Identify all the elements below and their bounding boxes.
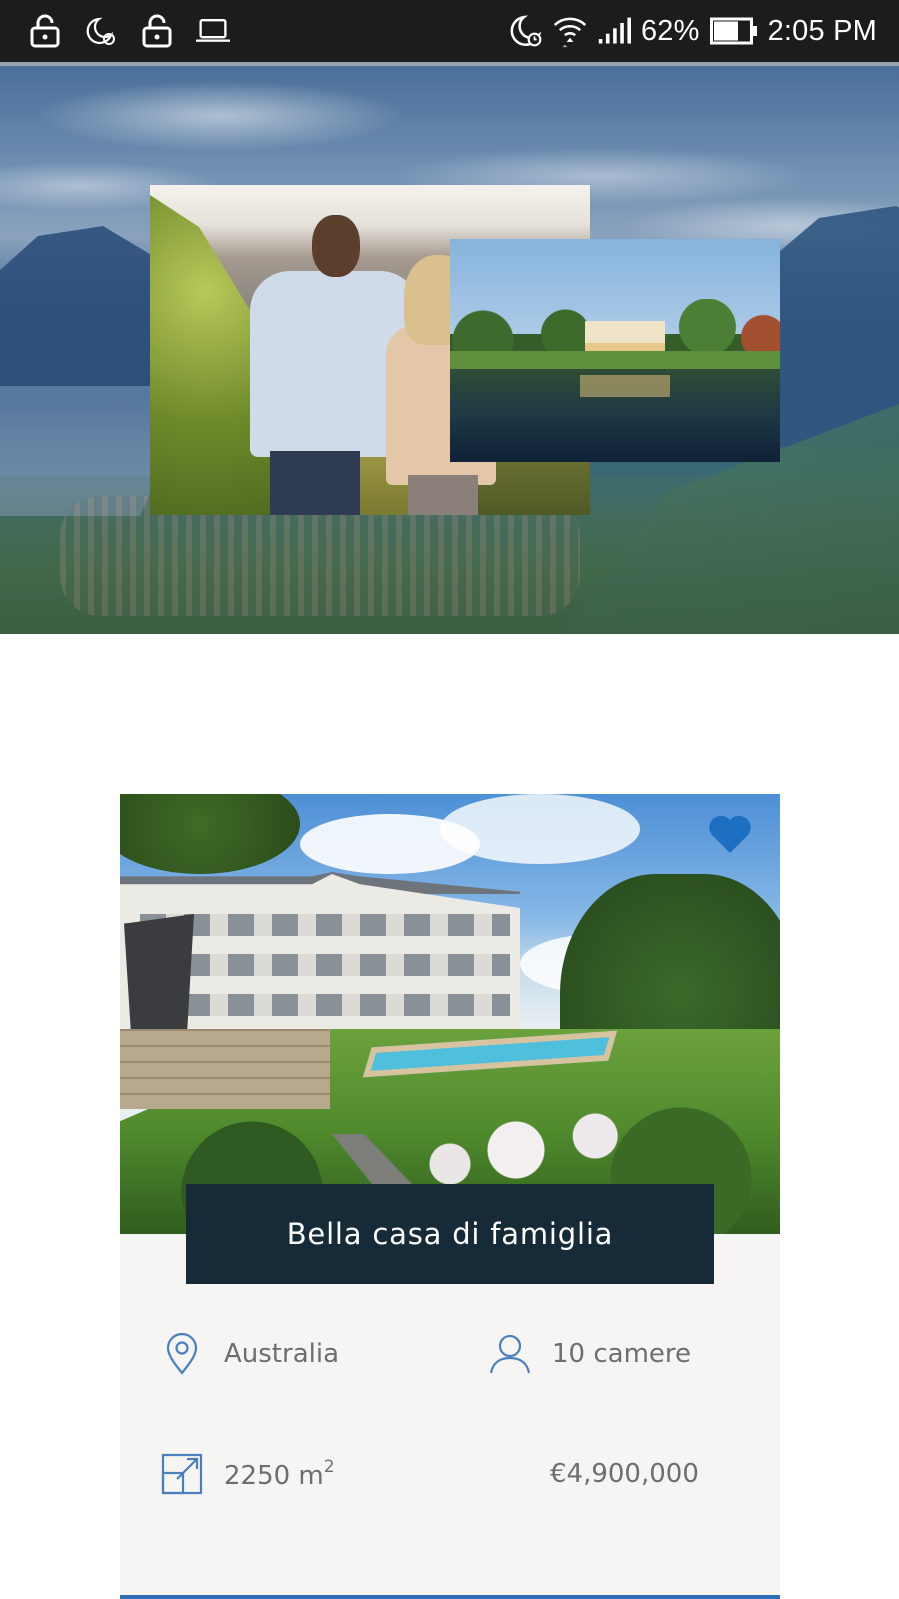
wifi-icon bbox=[553, 14, 587, 48]
stone-sculpture bbox=[124, 914, 194, 1034]
property-title-banner[interactable]: Bella casa di famiglia bbox=[186, 1184, 714, 1284]
battery-icon bbox=[709, 14, 758, 48]
villa-lawn bbox=[450, 351, 780, 369]
status-right-icons: 62% 2:05 PM bbox=[509, 10, 877, 52]
building-windows bbox=[140, 994, 510, 1016]
card-accent-bar bbox=[120, 1595, 780, 1599]
heart-icon bbox=[707, 813, 753, 858]
property-info: Australia 10 camere 2250 m2 €4,900,000 bbox=[120, 1294, 780, 1574]
woman-legs bbox=[408, 475, 478, 515]
price-info: €4,900,000 bbox=[550, 1452, 699, 1496]
villa-reflection bbox=[580, 375, 670, 397]
price-text: €4,900,000 bbox=[550, 1459, 699, 1489]
user-icon bbox=[488, 1332, 532, 1376]
location-info: Australia bbox=[160, 1332, 339, 1376]
property-card[interactable]: Bella casa di famiglia Australia 10 came… bbox=[120, 794, 780, 1599]
area-value: 2250 m bbox=[224, 1461, 324, 1491]
photo-cloud bbox=[440, 794, 640, 864]
signal-icon bbox=[597, 14, 631, 48]
villa-lake-photo bbox=[450, 239, 780, 462]
lock-icon bbox=[28, 14, 62, 48]
clock: 2:05 PM bbox=[767, 14, 877, 47]
photo-tree bbox=[120, 794, 300, 874]
moon-alarm-icon bbox=[509, 14, 543, 48]
status-left-icons bbox=[28, 10, 230, 52]
area-text: 2250 m2 bbox=[224, 1457, 335, 1491]
battery-percent: 62% bbox=[640, 14, 700, 47]
building-windows bbox=[140, 914, 510, 936]
property-photo[interactable] bbox=[120, 794, 780, 1234]
rooms-text: 10 camere bbox=[552, 1339, 692, 1369]
location-text: Australia bbox=[224, 1339, 340, 1369]
area-resize-icon bbox=[160, 1452, 204, 1496]
status-bar: 62% 2:05 PM bbox=[0, 0, 899, 62]
villa-house bbox=[585, 321, 665, 351]
rooms-info: 10 camere bbox=[488, 1332, 691, 1376]
area-info: 2250 m2 bbox=[160, 1452, 335, 1496]
man-figure bbox=[240, 215, 420, 515]
laptop-icon bbox=[196, 14, 230, 48]
location-pin-icon bbox=[160, 1332, 204, 1376]
property-title: Bella casa di famiglia bbox=[286, 1217, 614, 1251]
man-head bbox=[312, 215, 360, 277]
man-jeans bbox=[270, 451, 360, 515]
lock-icon bbox=[140, 14, 174, 48]
area-unit-sup: 2 bbox=[323, 1457, 335, 1477]
moon-alarm-icon bbox=[84, 14, 118, 48]
building-windows bbox=[140, 954, 510, 976]
favorite-button[interactable] bbox=[706, 812, 754, 858]
